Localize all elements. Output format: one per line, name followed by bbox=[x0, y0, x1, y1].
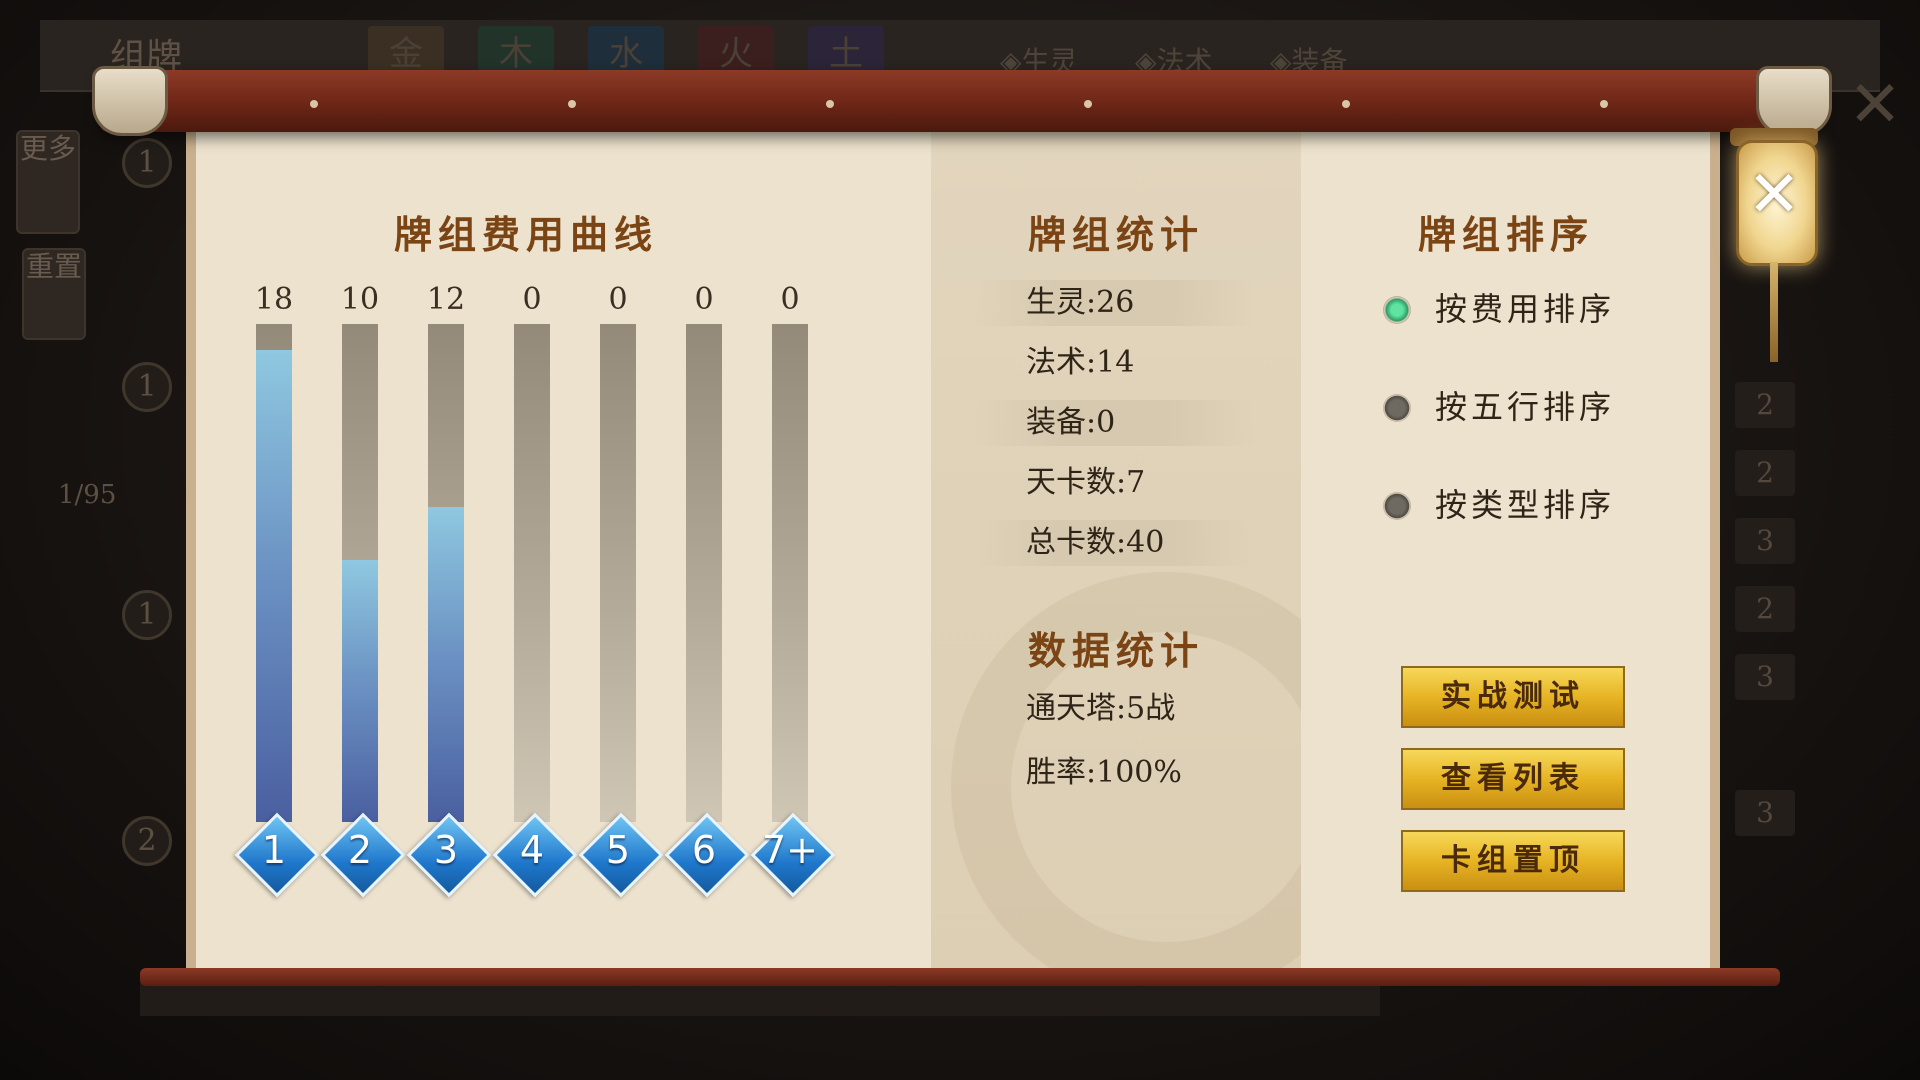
scroll-cap-right bbox=[1756, 66, 1832, 136]
view-list-button[interactable]: 查看列表 bbox=[1401, 748, 1625, 810]
data-stats-title: 数据统计 bbox=[1027, 628, 1204, 673]
sort-by-type-radio[interactable] bbox=[1383, 492, 1411, 520]
card-count: 3 bbox=[1735, 790, 1795, 836]
stat-tower-battles: 通天塔:5战 bbox=[1026, 691, 1176, 726]
deck-stats-panel: 牌组统计 生灵:26 法术:14 装备:0 天卡数:7 总卡数:40 数据统计 … bbox=[931, 132, 1301, 972]
rod-stud bbox=[1084, 100, 1092, 108]
cost-label: 5 bbox=[605, 828, 631, 872]
deck-stats-title: 牌组统计 bbox=[1027, 212, 1204, 257]
bar-value-label: 0 bbox=[522, 282, 542, 317]
card-count: 2 bbox=[1735, 382, 1795, 428]
scroll-top-rod bbox=[100, 70, 1820, 132]
sort-by-element-label[interactable]: 按五行排序 bbox=[1435, 382, 1615, 428]
bar-fill bbox=[256, 350, 292, 822]
cost-label: 6 bbox=[691, 828, 717, 872]
cost-label: 7+ bbox=[761, 828, 819, 872]
bar-value-label: 0 bbox=[694, 282, 714, 317]
rod-stud bbox=[568, 100, 576, 108]
cost-coin: 1 bbox=[122, 362, 172, 412]
rod-stud bbox=[1600, 100, 1608, 108]
stat-spells: 法术:14 bbox=[1026, 345, 1135, 380]
sort-by-element-radio[interactable] bbox=[1383, 394, 1411, 422]
bar-value-label: 0 bbox=[780, 282, 800, 317]
sort-by-cost-label[interactable]: 按费用排序 bbox=[1435, 284, 1615, 330]
cost-coin: 1 bbox=[122, 138, 172, 188]
battle-test-button[interactable]: 实战测试 bbox=[1401, 666, 1625, 728]
stat-equipment: 装备:0 bbox=[974, 400, 1254, 446]
bar-track bbox=[686, 324, 722, 822]
cost-label: 4 bbox=[519, 828, 545, 872]
page-indicator: 1/95 bbox=[58, 480, 117, 510]
more-button: 更多 bbox=[16, 130, 80, 234]
cost-label: 2 bbox=[347, 828, 373, 872]
bar-track bbox=[772, 324, 808, 822]
cost-curve-panel: 牌组费用曲线 18 1 10 2 12 3 0 4 0 5 0 6 0 7+ bbox=[196, 132, 931, 972]
stat-win-rate: 胜率:100% bbox=[1026, 755, 1182, 790]
reset-button: 重置 bbox=[22, 248, 86, 340]
bar-value-label: 10 bbox=[340, 282, 380, 317]
stat-creatures: 生灵:26 bbox=[974, 280, 1254, 326]
bar-track bbox=[600, 324, 636, 822]
card-count: 3 bbox=[1735, 654, 1795, 700]
scroll-bottom-rod bbox=[140, 968, 1780, 986]
bar-fill bbox=[428, 507, 464, 822]
bar-track bbox=[514, 324, 550, 822]
bar-value-label: 0 bbox=[608, 282, 628, 317]
bar-value-label: 12 bbox=[426, 282, 466, 317]
close-icon[interactable]: ✕ bbox=[1736, 160, 1812, 230]
bar-track bbox=[256, 324, 292, 822]
deck-sort-panel: 牌组排序 按费用排序 按五行排序 按类型排序 实战测试 查看列表 卡组置顶 bbox=[1301, 132, 1710, 972]
background-close-icon: ✕ bbox=[1848, 68, 1902, 142]
bar-track bbox=[342, 324, 378, 822]
bar-fill bbox=[342, 560, 378, 822]
scroll-cap-left bbox=[92, 66, 168, 136]
cost-label: 1 bbox=[261, 828, 287, 872]
bar-track bbox=[428, 324, 464, 822]
lantern-tassel bbox=[1770, 262, 1778, 362]
deck-info-dialog: 牌组费用曲线 18 1 10 2 12 3 0 4 0 5 0 6 0 7+ 牌组统计 生灵:26 法术:… bbox=[186, 132, 1720, 972]
card-count: 2 bbox=[1735, 586, 1795, 632]
cost-label: 3 bbox=[433, 828, 459, 872]
rod-stud bbox=[310, 100, 318, 108]
rod-stud bbox=[826, 100, 834, 108]
cost-coin: 1 bbox=[122, 590, 172, 640]
sort-by-type-label[interactable]: 按类型排序 bbox=[1435, 480, 1615, 526]
card-count: 3 bbox=[1735, 518, 1795, 564]
cost-coin: 2 bbox=[122, 816, 172, 866]
bar-value-label: 18 bbox=[254, 282, 294, 317]
sort-by-cost-radio[interactable] bbox=[1383, 296, 1411, 324]
pin-deck-button[interactable]: 卡组置顶 bbox=[1401, 830, 1625, 892]
stat-legend-cards: 天卡数:7 bbox=[1026, 465, 1146, 500]
rod-stud bbox=[1342, 100, 1350, 108]
cost-curve-title: 牌组费用曲线 bbox=[393, 212, 658, 257]
stat-total-cards: 总卡数:40 bbox=[974, 520, 1254, 566]
card-count: 2 bbox=[1735, 450, 1795, 496]
deck-sort-title: 牌组排序 bbox=[1417, 212, 1594, 257]
